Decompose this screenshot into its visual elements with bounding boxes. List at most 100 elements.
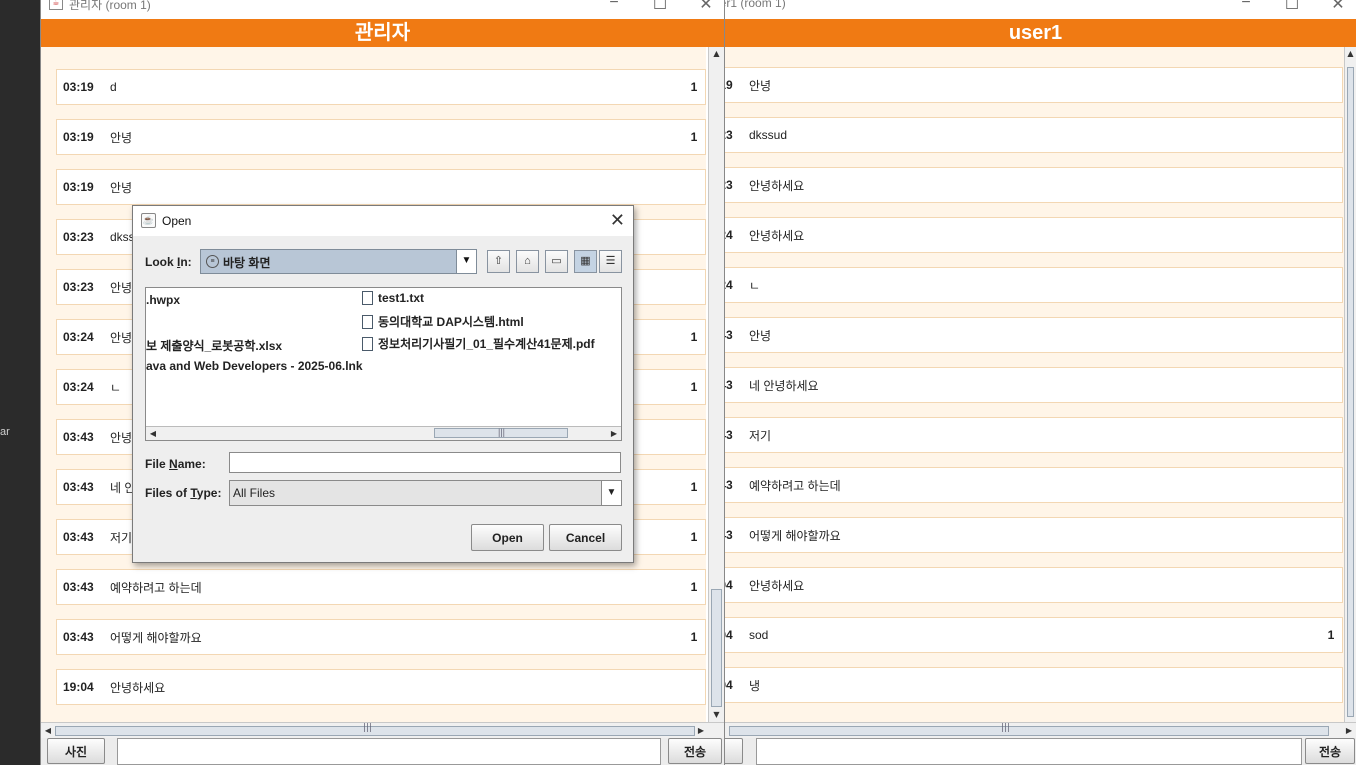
scroll-right-icon[interactable]: ▶ xyxy=(1342,723,1356,739)
window-title: user1 (room 1) xyxy=(715,0,786,10)
message-time: 03:43 xyxy=(63,530,94,544)
scroll-left-icon[interactable]: ◀ xyxy=(41,723,55,739)
message-time: 03:19 xyxy=(63,80,94,94)
details-view-icon[interactable]: ☰ xyxy=(599,250,622,273)
horizontal-scrollbar[interactable]: ◀ ||| ▶ xyxy=(41,722,724,738)
unread-count: 1 xyxy=(690,480,698,494)
close-icon[interactable]: ✕ xyxy=(610,210,625,231)
input-bar: 사진 전송 xyxy=(41,738,724,765)
file-list[interactable]: .hwpx 보 제출양식_로봇공학.xlsx ava and Web Devel… xyxy=(145,287,622,441)
file-item[interactable]: .hwpx xyxy=(146,293,180,307)
minimize-icon[interactable]: − xyxy=(1236,0,1256,14)
scroll-thumb[interactable] xyxy=(1347,67,1354,717)
scroll-up-icon[interactable]: ▲ xyxy=(709,47,724,61)
file-item[interactable]: ava and Web Developers - 2025-06.lnk xyxy=(146,359,363,373)
chevron-down-icon[interactable]: ▼ xyxy=(601,481,621,505)
close-icon[interactable]: ✕ xyxy=(696,0,716,14)
message-time: 03:19 xyxy=(63,180,94,194)
files-of-type-combo[interactable]: All Files ▼ xyxy=(229,480,622,506)
message-row: 03:23dkssud xyxy=(715,117,1343,153)
message-input[interactable] xyxy=(756,738,1302,765)
unread-count: 1 xyxy=(690,580,698,594)
unread-count: 1 xyxy=(1327,628,1335,642)
unread-count: 1 xyxy=(690,380,698,394)
message-row: 19:04냉 xyxy=(715,667,1343,703)
file-name-field[interactable] xyxy=(229,452,621,473)
new-folder-icon[interactable]: ▭ xyxy=(545,250,568,273)
message-time: 19:04 xyxy=(63,680,94,694)
message-row: 19:04 안녕하세요 xyxy=(56,669,706,705)
message-row: 03:43예약하려고 하는데 xyxy=(715,467,1343,503)
open-file-dialog: ☕ Open ✕ Look In: ≡ 바탕 화면 ▼ ⇧ ⌂ ▭ ▦ ☰ .h… xyxy=(132,205,634,563)
home-icon[interactable]: ⌂ xyxy=(516,250,539,273)
file-item[interactable]: 동의대학교 DAP시스템.html xyxy=(362,313,524,330)
cancel-button[interactable]: Cancel xyxy=(549,524,622,551)
files-of-type-value: All Files xyxy=(233,486,276,500)
desktop-label: ar xyxy=(0,426,10,438)
message-row: 03:23안녕하세요 xyxy=(715,167,1343,203)
photo-button[interactable]: 사진 xyxy=(47,738,105,764)
message-text: 냉 xyxy=(749,678,761,693)
up-folder-icon[interactable]: ⇧ xyxy=(487,250,510,273)
dialog-title-bar: ☕ Open ✕ xyxy=(133,206,633,236)
vertical-scrollbar[interactable]: ▲ xyxy=(1344,47,1356,722)
message-row: 03:43안녕 xyxy=(715,317,1343,353)
send-button[interactable]: 전송 xyxy=(668,738,722,764)
grip-icon: ||| xyxy=(363,723,373,733)
look-in-combo[interactable]: ≡ 바탕 화면 ▼ xyxy=(200,249,477,274)
send-button[interactable]: 전송 xyxy=(1305,738,1355,764)
unread-count: 1 xyxy=(690,330,698,344)
message-input[interactable] xyxy=(117,738,661,765)
message-text: 안녕하세요 xyxy=(749,228,805,243)
vertical-scrollbar[interactable]: ▲ ▼ xyxy=(708,47,724,722)
chat-header: user1 xyxy=(715,19,1356,47)
file-icon xyxy=(362,291,373,305)
unread-count: 1 xyxy=(690,80,698,94)
files-of-type-label: Files of Type: xyxy=(145,486,222,500)
file-icon xyxy=(362,337,373,351)
unread-count: 1 xyxy=(690,130,698,144)
close-icon[interactable]: ✕ xyxy=(1328,0,1348,14)
maximize-icon[interactable]: ☐ xyxy=(1282,0,1302,14)
file-icon xyxy=(362,315,373,329)
message-text: 안녕 xyxy=(110,180,133,195)
scroll-thumb[interactable] xyxy=(55,726,695,736)
unread-count: 1 xyxy=(690,530,698,544)
list-view-icon[interactable]: ▦ xyxy=(574,250,597,273)
chat-header: 관리자 xyxy=(41,19,724,47)
message-row: 19:04sod1 xyxy=(715,617,1343,653)
file-item[interactable]: 정보처리기사필기_01_필수계산41문제.pdf xyxy=(362,335,595,352)
desktop-background xyxy=(0,0,42,765)
message-text: d xyxy=(110,80,117,94)
scroll-up-icon[interactable]: ▲ xyxy=(1345,47,1356,61)
message-time: 03:19 xyxy=(63,130,94,144)
minimize-icon[interactable]: − xyxy=(604,0,624,14)
file-name-label: File Name: xyxy=(145,457,206,471)
file-item[interactable]: test1.txt xyxy=(362,291,424,305)
scroll-left-icon[interactable]: ◀ xyxy=(146,427,160,440)
window-title: 관리자 (room 1) xyxy=(69,0,151,12)
scroll-down-icon[interactable]: ▼ xyxy=(709,708,724,722)
message-text: dkssud xyxy=(749,128,788,142)
message-row: 19:04안녕하세요 xyxy=(715,567,1343,603)
scroll-thumb[interactable] xyxy=(711,589,722,707)
chevron-down-icon[interactable]: ▼ xyxy=(456,250,476,273)
message-row: 03:43 어떻게 해야할까요 1 xyxy=(56,619,706,655)
file-list-scrollbar[interactable]: ◀ ||| ▶ xyxy=(146,426,621,440)
file-item[interactable]: 보 제출양식_로봇공학.xlsx xyxy=(146,337,282,354)
maximize-icon[interactable]: ☐ xyxy=(650,0,670,14)
message-text: 안녕 xyxy=(110,130,133,145)
message-text: 예약하려고 하는데 xyxy=(110,580,202,595)
scroll-right-icon[interactable]: ▶ xyxy=(694,723,708,739)
input-bar: 전송 xyxy=(715,738,1356,765)
message-text: 어떻게 해야할까요 xyxy=(110,630,202,645)
message-time: 03:23 xyxy=(63,230,94,244)
message-time: 03:24 xyxy=(63,380,94,394)
open-button[interactable]: Open xyxy=(471,524,544,551)
scroll-thumb[interactable] xyxy=(729,726,1329,736)
horizontal-scrollbar[interactable]: ||| ▶ xyxy=(715,722,1356,738)
message-text: sod xyxy=(749,628,769,642)
scroll-right-icon[interactable]: ▶ xyxy=(607,427,621,440)
message-text: 안녕하세요 xyxy=(110,680,166,695)
drive-icon: ≡ xyxy=(206,255,219,268)
